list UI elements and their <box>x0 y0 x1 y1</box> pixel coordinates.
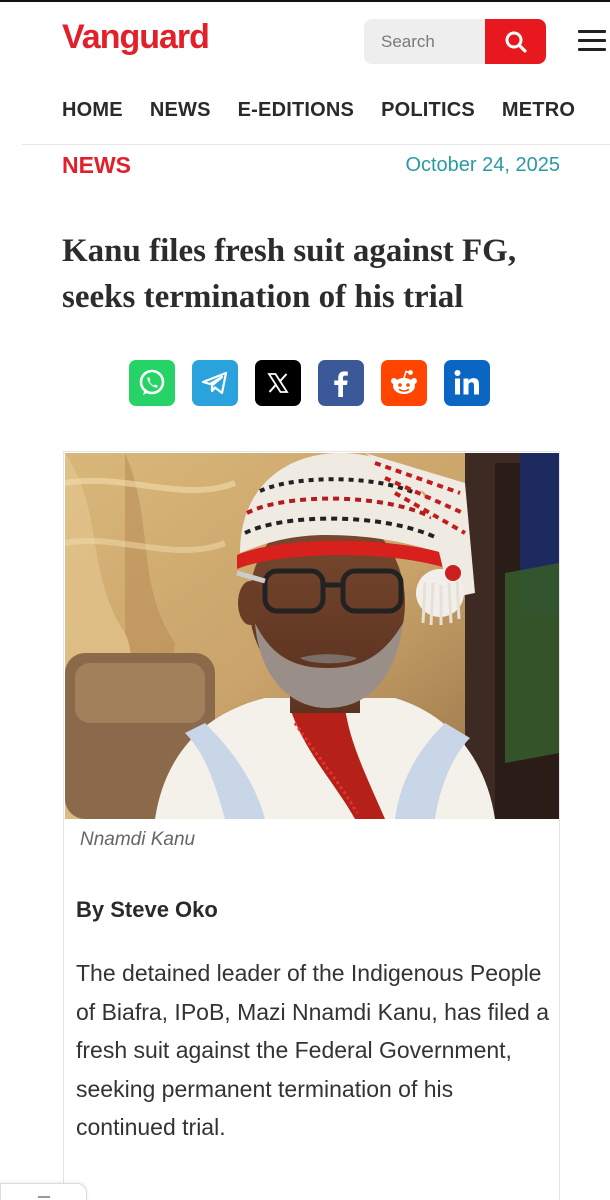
article-card: Nnamdi Kanu By Steve Oko The detained le… <box>63 451 560 1200</box>
search-bar <box>364 19 546 64</box>
article-photo[interactable] <box>65 453 559 819</box>
nav-item-home[interactable]: HOME <box>62 99 123 122</box>
share-x-button[interactable] <box>255 360 301 406</box>
publish-date: October 24, 2025 <box>405 154 560 176</box>
search-icon <box>505 31 527 53</box>
main-nav: HOME NEWS E-EDITIONS POLITICS METRO <box>62 99 602 122</box>
x-icon <box>267 373 289 393</box>
reddit-icon <box>391 370 417 394</box>
nav-item-metro[interactable]: METRO <box>502 99 575 122</box>
top-border <box>0 0 610 2</box>
nav-item-politics[interactable]: POLITICS <box>381 99 475 122</box>
telegram-icon <box>201 371 228 395</box>
share-linkedin-button[interactable] <box>444 360 490 406</box>
image-caption: Nnamdi Kanu <box>80 829 196 850</box>
article-byline: By Steve Oko <box>76 897 218 922</box>
share-telegram-button[interactable] <box>192 360 238 406</box>
article-paragraph: The detained leader of the Indigenous Pe… <box>76 960 550 1140</box>
section-label[interactable]: NEWS <box>62 152 131 179</box>
share-facebook-button[interactable] <box>318 360 364 406</box>
site-logo[interactable]: Vanguard <box>62 18 210 57</box>
hamburger-menu-icon[interactable] <box>578 30 606 52</box>
nav-divider <box>22 144 610 145</box>
share-whatsapp-button[interactable] <box>129 360 175 406</box>
widget-handle <box>38 1196 50 1198</box>
share-reddit-button[interactable] <box>381 360 427 406</box>
portrait-image <box>65 453 559 819</box>
nav-item-e-editions[interactable]: E-EDITIONS <box>238 99 354 122</box>
linkedin-icon <box>454 370 479 395</box>
search-button[interactable] <box>485 19 546 64</box>
article-headline: Kanu files fresh suit against FG, seeks … <box>62 233 517 315</box>
facebook-icon <box>334 371 348 397</box>
whatsapp-icon <box>139 369 165 395</box>
share-bar <box>129 360 490 406</box>
search-input[interactable] <box>364 19 485 64</box>
nav-item-news[interactable]: NEWS <box>150 99 211 122</box>
